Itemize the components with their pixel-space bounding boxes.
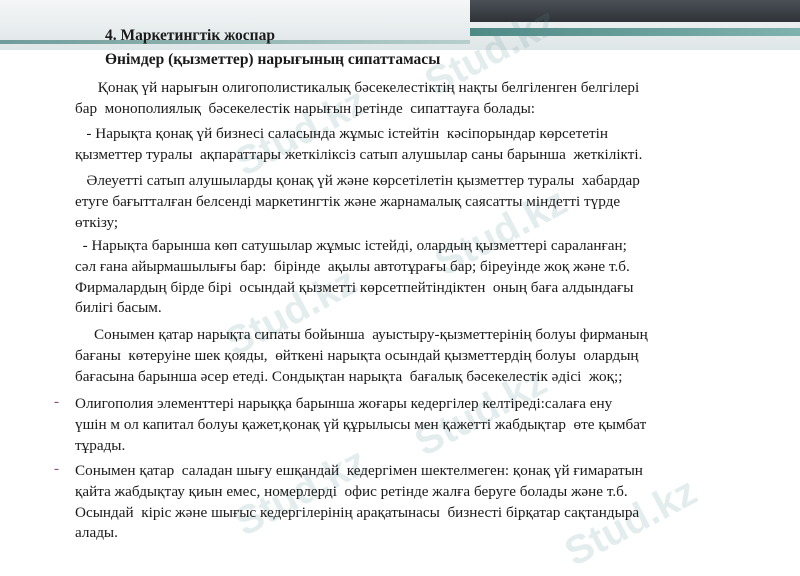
paragraph-line: бағасына барынша әсер етеді. Сондықтан н…: [75, 367, 623, 385]
paragraph: Әлеуетті сатып алушыларды қонақ үй және …: [75, 171, 775, 233]
paragraph-line: Сонымен қатар нарықта сипаты бойынша ауы…: [75, 326, 648, 343]
paragraph-line: бар монополиялық бәсекелестік нарығын ре…: [75, 99, 536, 117]
paragraph-line: алады.: [75, 524, 118, 542]
paragraph-line: билігі басым.: [75, 299, 162, 317]
paragraph: Қонақ үй нарығын олигополистикалық бәсек…: [75, 78, 775, 120]
paragraph-line: Әлеуетті сатып алушыларды қонақ үй және …: [75, 172, 640, 189]
sub-heading: Өнімдер (қызметтер) нарығының сипаттамас…: [105, 51, 441, 68]
paragraph-line: тұрады.: [75, 436, 126, 454]
paragraph-line: бағаны көтеруіне шек қояды, өйткені нары…: [75, 346, 639, 364]
header-teal-accent: [470, 28, 800, 36]
paragraph: Сонымен қатар нарықта сипаты бойынша ауы…: [75, 325, 775, 387]
paragraph-line: қайта жабдықтау қиын емес, номерлерді оф…: [75, 482, 628, 500]
header-dark-bar: [470, 0, 800, 22]
paragraph-line: қызметтер туралы ақпараттары жеткіліксіз…: [75, 145, 643, 163]
paragraph-line: - Нарықта қонақ үй бизнесі саласында жұм…: [75, 125, 609, 142]
bullet-marker: -: [54, 394, 59, 410]
paragraph-line: Осындай кіріс және шығыс кедергілерінің …: [75, 503, 640, 521]
paragraph-line: Олигополия элементтері нарыққа барынша ж…: [75, 395, 613, 412]
paragraph-line: үшін м ол капитал болуы қажет,қонақ үй қ…: [75, 415, 647, 433]
paragraph-line: етуге бағытталған белсенді маркетингтік …: [75, 192, 621, 210]
paragraph-line: сәл ғана айырмашылығы бар: бірінде ақылы…: [75, 257, 630, 275]
bullet-paragraph: Сонымен қатар саладан шығу ешқандай кеде…: [75, 461, 775, 544]
bullet-paragraph: Олигополия элементтері нарыққа барынша ж…: [75, 394, 775, 456]
paragraph-line: өткізу;: [75, 213, 119, 231]
paragraph: - Нарықта қонақ үй бизнесі саласында жұм…: [75, 124, 775, 166]
paragraph-line: - Нарықта барынша көп сатушылар жұмыс іс…: [75, 237, 627, 254]
bullet-marker: -: [54, 461, 59, 477]
paragraph-line: Фирмалардың бірде бірі осындай қызметті …: [75, 278, 634, 296]
paragraph-line: Сонымен қатар саладан шығу ешқандай кеде…: [75, 462, 643, 479]
section-heading: 4. Маркетингтік жоспар: [105, 27, 275, 44]
paragraph: - Нарықта барынша көп сатушылар жұмыс іс…: [75, 236, 775, 319]
paragraph-line: Қонақ үй нарығын олигополистикалық бәсек…: [75, 79, 640, 96]
